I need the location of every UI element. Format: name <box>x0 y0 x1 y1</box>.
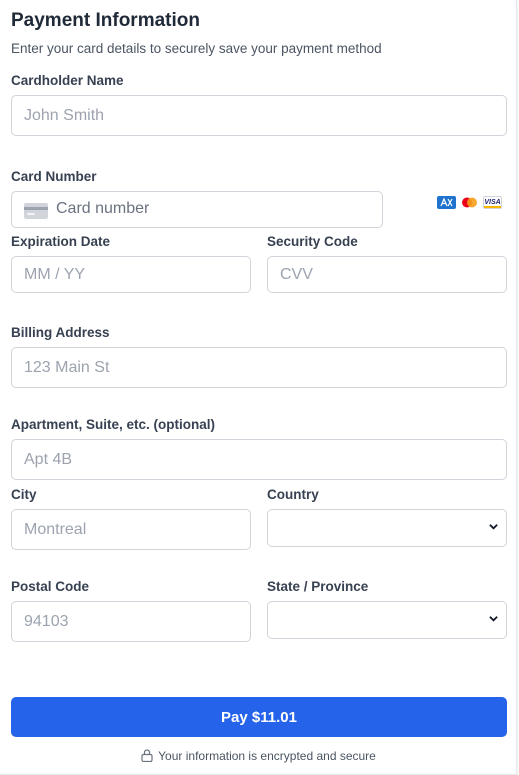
cardholder-label: Cardholder Name <box>11 73 124 88</box>
state-select[interactable] <box>267 601 507 639</box>
postal-code-input[interactable] <box>11 601 251 642</box>
chevron-down-icon <box>489 524 498 530</box>
credit-card-icon <box>24 203 48 219</box>
expiration-date-input[interactable] <box>11 256 251 293</box>
card-brands: VISA <box>437 196 502 209</box>
secure-note: Your information is encrypted and secure <box>0 749 517 763</box>
postal-code-label: Postal Code <box>11 579 90 594</box>
security-code-input[interactable] <box>267 256 507 293</box>
amex-icon <box>437 196 456 209</box>
country-select[interactable] <box>267 509 507 547</box>
state-label: State / Province <box>267 579 369 594</box>
card-number-field[interactable]: Card number <box>11 191 383 228</box>
apartment-label: Apartment, Suite, etc. (optional) <box>11 417 216 432</box>
card-number-placeholder: Card number <box>56 200 150 217</box>
visa-icon: VISA <box>483 196 502 209</box>
visa-label: VISA <box>484 199 501 206</box>
mastercard-icon <box>460 196 479 209</box>
cardholder-name-input[interactable] <box>11 95 507 136</box>
page-title: Payment Information <box>11 10 200 31</box>
city-label: City <box>11 487 37 502</box>
expiration-label: Expiration Date <box>11 234 111 249</box>
secure-text: Your information is encrypted and secure <box>158 749 376 763</box>
payment-form-card: Payment Information Enter your card deta… <box>0 0 517 775</box>
security-code-label: Security Code <box>267 234 358 249</box>
lock-icon <box>141 749 153 762</box>
apartment-input[interactable] <box>11 439 507 480</box>
billing-address-label: Billing Address <box>11 325 110 340</box>
billing-address-input[interactable] <box>11 347 507 388</box>
pay-button[interactable]: Pay $11.01 <box>11 697 507 737</box>
card-number-label: Card Number <box>11 169 97 184</box>
city-input[interactable] <box>11 509 251 550</box>
page-subtitle: Enter your card details to securely save… <box>11 41 382 56</box>
country-label: Country <box>267 487 319 502</box>
chevron-down-icon <box>489 616 498 622</box>
